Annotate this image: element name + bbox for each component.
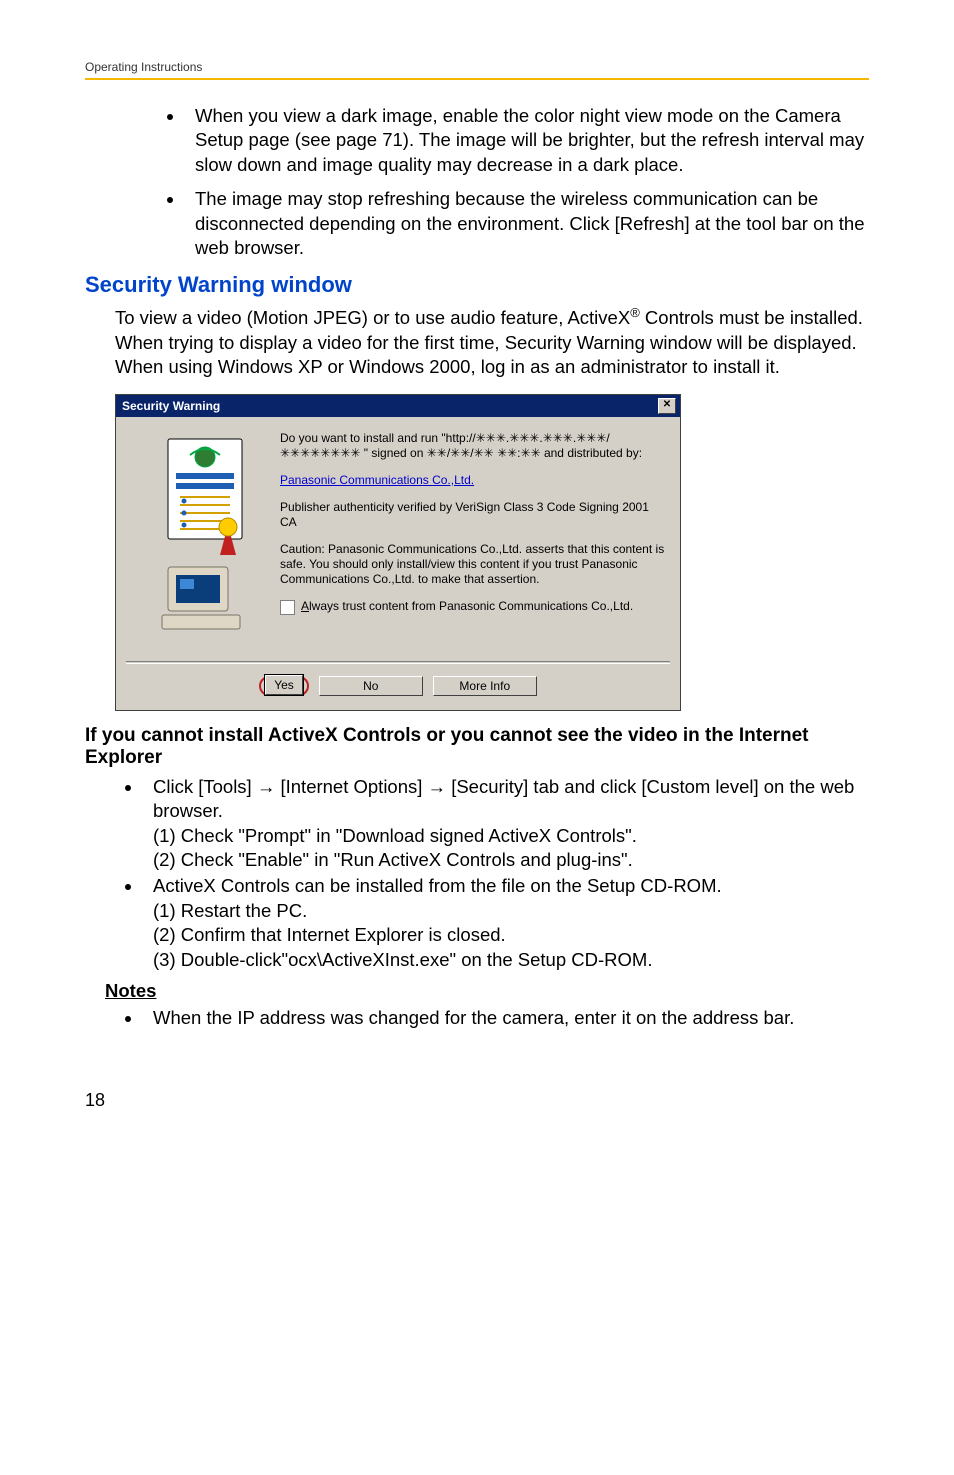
- arrow-icon: →: [428, 775, 447, 799]
- dialog-authenticity-text: Publisher authenticity verified by VeriS…: [280, 500, 666, 530]
- step1-text-a: Click [Tools]: [153, 776, 252, 797]
- yes-button-highlight: Yes: [259, 676, 309, 696]
- more-info-button[interactable]: More Info: [433, 676, 537, 696]
- certificate-icon: [150, 437, 260, 647]
- always-trust-accelerator: A: [301, 599, 309, 613]
- step2-sub3: (3) Double-click"ocx\ActiveXInst.exe" on…: [153, 948, 869, 972]
- step2-sub2: (2) Confirm that Internet Explorer is cl…: [153, 923, 869, 947]
- dialog-prompt-text: Do you want to install and run "http://✳…: [280, 431, 666, 461]
- close-icon[interactable]: ✕: [658, 398, 676, 414]
- section-heading: Security Warning window: [85, 272, 869, 298]
- notes-heading: Notes: [105, 980, 869, 1002]
- step2-sub1: (1) Restart the PC.: [153, 899, 869, 923]
- trademark-symbol: ®: [630, 305, 640, 320]
- dialog-icon-column: [130, 431, 280, 647]
- step2-text: ActiveX Controls can be installed from t…: [153, 875, 722, 896]
- section-paragraph: To view a video (Motion JPEG) or to use …: [115, 304, 869, 379]
- security-warning-dialog: Security Warning ✕: [115, 394, 681, 711]
- section-paragraph-pre: To view a video (Motion JPEG) or to use …: [115, 308, 630, 329]
- dialog-title: Security Warning: [122, 399, 220, 413]
- dialog-titlebar: Security Warning ✕: [116, 395, 680, 417]
- publisher-link[interactable]: Panasonic Communications Co.,Ltd.: [280, 473, 474, 487]
- no-button[interactable]: No: [319, 676, 423, 696]
- always-trust-row: Always trust content from Panasonic Comm…: [280, 599, 666, 615]
- running-header: Operating Instructions: [85, 60, 869, 78]
- step1-sub1: (1) Check "Prompt" in "Download signed A…: [153, 824, 869, 848]
- security-warning-dialog-wrap: Security Warning ✕: [115, 394, 869, 711]
- dialog-caution-text: Caution: Panasonic Communications Co.,Lt…: [280, 542, 666, 587]
- always-trust-label-text: lways trust content from Panasonic Commu…: [309, 599, 633, 613]
- step1-sub2: (2) Check "Enable" in "Run ActiveX Contr…: [153, 848, 869, 872]
- intro-bullet-2: The image may stop refreshing because th…: [185, 187, 869, 260]
- header-rule: [85, 78, 869, 80]
- always-trust-checkbox[interactable]: [280, 600, 295, 615]
- note-item-1: When the IP address was changed for the …: [143, 1006, 869, 1030]
- page-number: 18: [85, 1090, 869, 1111]
- dialog-text-column: Do you want to install and run "http://✳…: [280, 431, 666, 647]
- troubleshoot-list: Click [Tools] → [Internet Options] → [Se…: [85, 775, 869, 972]
- troubleshoot-item-2: ActiveX Controls can be installed from t…: [143, 874, 869, 972]
- step1-text-b: [Internet Options]: [280, 776, 422, 797]
- troubleshoot-item-1: Click [Tools] → [Internet Options] → [Se…: [143, 775, 869, 873]
- always-trust-label: Always trust content from Panasonic Comm…: [301, 599, 633, 614]
- troubleshoot-heading: If you cannot install ActiveX Controls o…: [85, 725, 869, 769]
- intro-bullet-1: When you view a dark image, enable the c…: [185, 104, 869, 177]
- notes-list: When the IP address was changed for the …: [85, 1006, 869, 1030]
- intro-bullet-list: When you view a dark image, enable the c…: [85, 104, 869, 260]
- yes-button[interactable]: Yes: [265, 675, 303, 695]
- arrow-icon: →: [257, 775, 276, 799]
- dialog-button-row: Yes No More Info: [116, 664, 680, 710]
